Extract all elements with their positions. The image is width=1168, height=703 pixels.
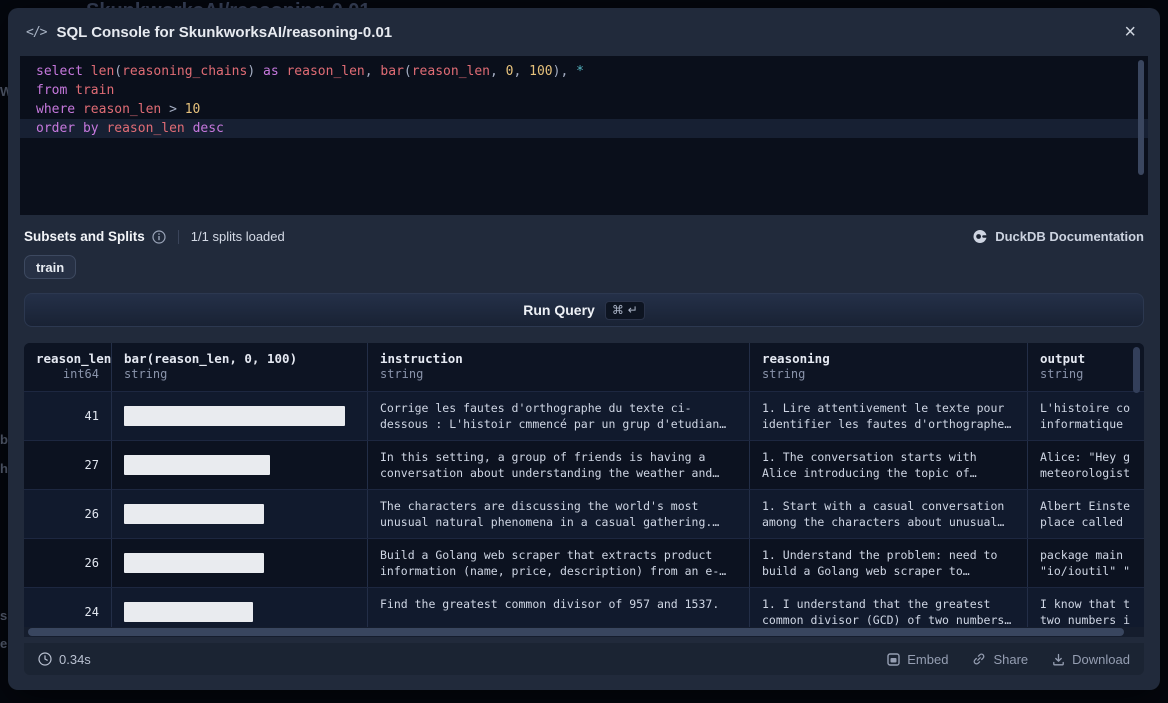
- sql-code-line: where reason_len > 10: [20, 100, 1148, 119]
- embed-button[interactable]: Embed: [887, 652, 948, 667]
- cell-output: Albert Einste place called: [1028, 490, 1144, 538]
- sql-editor[interactable]: select len(reasoning_chains) as reason_l…: [20, 56, 1148, 215]
- backdrop-edge-letter: e: [0, 636, 8, 651]
- download-button[interactable]: Download: [1052, 652, 1130, 667]
- query-duration: 0.34s: [38, 652, 91, 667]
- cell-reason-len: 26: [24, 539, 112, 587]
- sql-code: select len(reasoning_chains) as reason_l…: [20, 62, 1148, 138]
- divider: [178, 230, 179, 244]
- backdrop-edge-letter: b: [0, 432, 8, 447]
- duckdb-link-label: DuckDB Documentation: [995, 229, 1144, 244]
- code-icon: </>: [26, 25, 46, 40]
- column-header-reason_len: reason_lenint64: [24, 343, 112, 391]
- cell-bar: [112, 490, 368, 538]
- sql-code-line: select len(reasoning_chains) as reason_l…: [20, 62, 1148, 81]
- clock-icon: [38, 652, 52, 666]
- modal-title: SQL Console for SkunkworksAI/reasoning-0…: [56, 24, 1118, 41]
- table-horizontal-scrollbar-thumb[interactable]: [28, 628, 1124, 636]
- cell-reasoning: 1. The conversation starts with Alice in…: [750, 441, 1028, 489]
- splits-loaded-status: 1/1 splits loaded: [191, 229, 285, 244]
- cell-reasoning: 1. Start with a casual conversation amon…: [750, 490, 1028, 538]
- embed-label: Embed: [907, 652, 948, 667]
- table-row[interactable]: 26 The characters are discussing the worl…: [24, 489, 1144, 538]
- sql-console-modal: </> SQL Console for SkunkworksAI/reasoni…: [8, 8, 1160, 690]
- cell-bar: [112, 539, 368, 587]
- table-header-row: reason_lenint64bar(reason_len, 0, 100)st…: [24, 343, 1144, 391]
- cell-reason-len: 26: [24, 490, 112, 538]
- modal-header: </> SQL Console for SkunkworksAI/reasoni…: [8, 8, 1160, 56]
- cell-output: L'histoire co informatique: [1028, 392, 1144, 440]
- download-icon: [1052, 653, 1065, 666]
- duckdb-logo-icon: [973, 229, 988, 244]
- cell-reason-len: 27: [24, 441, 112, 489]
- column-header-reasoning: reasoningstring: [750, 343, 1028, 391]
- results-table: reason_lenint64bar(reason_len, 0, 100)st…: [24, 343, 1144, 637]
- bar-glyph: [124, 602, 253, 622]
- table-row[interactable]: 41 Corrige les fautes d'orthographe du te…: [24, 391, 1144, 440]
- query-duration-value: 0.34s: [59, 652, 91, 667]
- backdrop-edge-letter: s: [0, 608, 8, 623]
- cell-bar: [112, 392, 368, 440]
- column-header-output: outputstring: [1028, 343, 1144, 391]
- cell-bar: [112, 441, 368, 489]
- info-icon[interactable]: [152, 230, 166, 244]
- embed-icon: [887, 653, 900, 666]
- bar-glyph: [124, 504, 264, 524]
- cell-instruction: The characters are discussing the world'…: [368, 490, 750, 538]
- cell-instruction: In this setting, a group of friends is h…: [368, 441, 750, 489]
- column-header-instruction: instructionstring: [368, 343, 750, 391]
- run-query-button[interactable]: Run Query ⌘ ↵: [24, 293, 1144, 327]
- cell-reasoning: 1. Lire attentivement le texte pour iden…: [750, 392, 1028, 440]
- table-row[interactable]: 27 In this setting, a group of friends is…: [24, 440, 1144, 489]
- subsets-row: Subsets and Splits 1/1 splits loaded Duc…: [24, 228, 1144, 245]
- page-backdrop: SkunkworksAI/reasoning-0.01 Wbhse </> SQ…: [0, 0, 1168, 703]
- backdrop-edge-letter: h: [0, 461, 8, 476]
- cmd-enter-kbd-badge: ⌘ ↵: [605, 301, 645, 320]
- cell-output: package main "io/ioutil" ": [1028, 539, 1144, 587]
- table-horizontal-scrollbar-track[interactable]: [24, 627, 1144, 637]
- duckdb-documentation-link[interactable]: DuckDB Documentation: [973, 229, 1144, 244]
- download-label: Download: [1072, 652, 1130, 667]
- cell-reasoning: 1. Understand the problem: need to build…: [750, 539, 1028, 587]
- share-link-icon: [972, 652, 986, 666]
- column-header-bar: bar(reason_len, 0, 100)string: [112, 343, 368, 391]
- cell-reason-len: 41: [24, 392, 112, 440]
- split-chip-train[interactable]: train: [24, 255, 76, 279]
- table-body: 41 Corrige les fautes d'orthographe du te…: [24, 391, 1144, 636]
- cell-output: Alice: "Hey g meteorologist: [1028, 441, 1144, 489]
- sql-code-line: from train: [20, 81, 1148, 100]
- cell-instruction: Corrige les fautes d'orthographe du text…: [368, 392, 750, 440]
- table-row[interactable]: 26 Build a Golang web scraper that extrac…: [24, 538, 1144, 587]
- table-vertical-scrollbar[interactable]: [1133, 347, 1140, 393]
- share-label: Share: [993, 652, 1028, 667]
- editor-vertical-scrollbar[interactable]: [1138, 60, 1144, 175]
- subsets-title: Subsets and Splits: [24, 229, 145, 244]
- backdrop-edge-letter: W: [0, 84, 8, 99]
- bar-glyph: [124, 553, 264, 573]
- footer-bar: 0.34s Embed Share: [24, 643, 1144, 675]
- cell-instruction: Build a Golang web scraper that extracts…: [368, 539, 750, 587]
- split-chips: train: [24, 255, 1144, 279]
- run-query-label: Run Query: [523, 302, 595, 318]
- bar-glyph: [124, 406, 345, 426]
- bar-glyph: [124, 455, 270, 475]
- close-icon[interactable]: ×: [1118, 20, 1142, 44]
- share-button[interactable]: Share: [972, 652, 1028, 667]
- sql-code-line: order by reason_len desc: [20, 119, 1148, 138]
